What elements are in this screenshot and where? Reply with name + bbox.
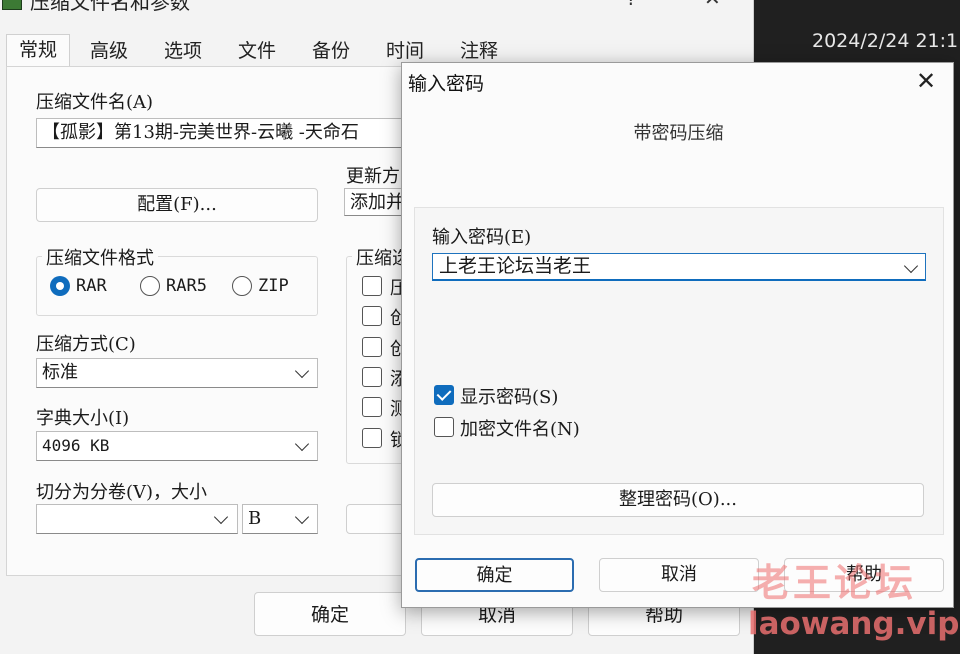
volume-label: 切分为分卷(V)，大小 (36, 482, 208, 503)
tab-general[interactable]: 常规 (6, 34, 70, 67)
archive-name-label: 压缩文件名(A) (36, 92, 154, 113)
watermark-url: laowang.vip (748, 606, 960, 642)
password-input[interactable]: 上老王论坛当老王 (432, 253, 926, 281)
option-checkbox-6[interactable] (362, 428, 382, 448)
password-ok-button[interactable]: 确定 (415, 558, 574, 592)
option-checkbox-5[interactable] (362, 397, 382, 417)
show-password-label: 显示密码(S) (460, 387, 559, 408)
volume-size-input[interactable] (36, 504, 238, 534)
password-dialog-title: 输入密码 (408, 73, 485, 95)
watermark-chinese: 老王论坛 (752, 561, 917, 605)
tab-advanced[interactable]: 高级 (78, 36, 140, 66)
method-label: 压缩方式(C) (36, 334, 136, 355)
profiles-button[interactable]: 配置(F)... (36, 188, 318, 222)
radio-zip-label: ZIP (258, 276, 289, 296)
help-button[interactable]: ? (626, 0, 637, 10)
method-select[interactable]: 标准 (36, 358, 318, 388)
option-checkbox-1[interactable] (362, 276, 382, 296)
dialog-title: 压缩文件名和参数 (30, 0, 190, 14)
radio-rar-label: RAR (76, 276, 107, 296)
radio-rar[interactable] (50, 276, 70, 296)
ok-button[interactable]: 确定 (254, 592, 406, 636)
radio-rar5[interactable] (140, 276, 160, 296)
show-password-checkbox[interactable] (434, 385, 454, 405)
encrypt-filenames-label: 加密文件名(N) (460, 419, 580, 440)
password-value: 上老王论坛当老王 (439, 255, 592, 277)
update-mode-label: 更新方 (346, 166, 400, 187)
organize-passwords-button[interactable]: 整理密码(O)... (432, 483, 924, 517)
archive-name-input[interactable]: 【孤影】第13期-完美世界-云曦 -天命石 (36, 118, 416, 148)
taskbar-clock: 2024/2/24 21:1 (812, 30, 959, 52)
tab-backup[interactable]: 备份 (300, 36, 362, 66)
password-label: 输入密码(E) (432, 227, 532, 248)
volume-unit-value: B (248, 508, 262, 529)
password-cancel-button[interactable]: 取消 (599, 558, 759, 592)
option-checkbox-4[interactable] (362, 367, 382, 387)
radio-rar5-label: RAR5 (166, 276, 207, 296)
encrypt-filenames-checkbox[interactable] (434, 417, 454, 437)
close-icon[interactable]: ✕ (916, 67, 936, 95)
winrar-icon (2, 0, 22, 10)
option-checkbox-3[interactable] (362, 337, 382, 357)
method-value: 标准 (42, 362, 78, 383)
dict-size-select[interactable]: 4096 KB (36, 431, 318, 461)
dict-size-label: 字典大小(I) (36, 408, 130, 429)
password-dialog-subtitle: 带密码压缩 (633, 123, 724, 144)
tab-files[interactable]: 文件 (226, 36, 288, 66)
password-dialog: 输入密码 ✕ 带密码压缩 输入密码(E) 上老王论坛当老王 显示密码(S) 加密… (401, 62, 954, 608)
tab-options[interactable]: 选项 (152, 36, 214, 66)
dict-size-value: 4096 KB (42, 436, 110, 455)
archive-format-title: 压缩文件格式 (42, 244, 158, 270)
close-icon[interactable]: ✕ (704, 0, 721, 10)
radio-zip[interactable] (232, 276, 252, 296)
option-checkbox-2[interactable] (362, 306, 382, 326)
